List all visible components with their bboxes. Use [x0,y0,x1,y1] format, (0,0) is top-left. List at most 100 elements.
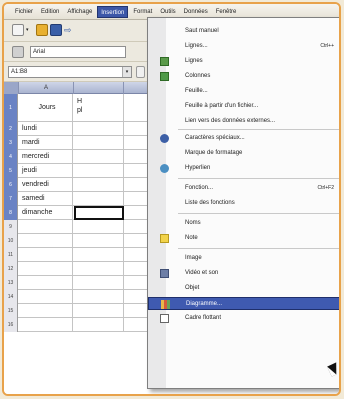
cell-empty[interactable] [74,234,124,248]
row-header[interactable]: 13 [4,276,18,290]
cell-empty[interactable] [19,290,73,304]
cell-header-jours[interactable]: Jours [19,94,73,122]
menu-item-saut-manuel[interactable]: Saut manuel ▸ [148,25,339,38]
row-header[interactable]: 14 [4,290,18,304]
name-box[interactable]: A1:B8 ▾ [8,66,132,78]
row-header[interactable]: 12 [4,262,18,276]
menu-format[interactable]: Format [130,6,155,18]
menu-donnees[interactable]: Données [181,6,211,18]
cell-value[interactable] [74,150,124,164]
menu-item-label: Image [185,255,202,261]
menu-item-lignes[interactable]: Lignes... Ctrl++ [148,40,339,53]
row-header[interactable]: 11 [4,248,18,262]
cell-value[interactable] [74,122,124,136]
menu-item-note[interactable]: Note [148,232,339,245]
menu-item-label: Fonction... [185,185,214,191]
table-row: 10 [4,234,154,248]
submenu-arrow-icon: ▸ [339,282,340,295]
cell-empty[interactable] [19,304,73,318]
cell-day[interactable]: dimanche [19,206,73,220]
cell-empty[interactable] [19,234,73,248]
menu-item-hyperlien[interactable]: Hyperlien [148,162,339,175]
column-header-b[interactable] [74,82,124,94]
menu-affichage[interactable]: Affichage [64,6,95,18]
menu-insertion[interactable]: Insertion [97,5,129,18]
menu-item-diagramme[interactable]: Diagramme... [148,297,339,310]
row-header[interactable]: 1 [4,94,18,122]
cell-empty[interactable] [74,318,124,332]
cell-day[interactable]: lundi [19,122,73,136]
cell-empty[interactable] [74,290,124,304]
menu-item-cadre-flottant[interactable]: Cadre flottant [148,312,339,325]
cell-empty[interactable] [19,276,73,290]
cell-empty[interactable] [74,276,124,290]
cell-day[interactable]: vendredi [19,178,73,192]
cell-empty[interactable] [74,220,124,234]
row-header[interactable]: 6 [4,178,18,192]
menu-item-image[interactable]: Image ▸ [148,252,340,265]
column-header-a[interactable]: A [19,82,74,94]
row-header[interactable]: 5 [4,164,18,178]
row-header[interactable]: 3 [4,136,18,150]
menu-fichier[interactable]: Fichier [12,6,36,18]
menu-item-label: Liste des fonctions [185,200,235,206]
menu-item-label: Feuille... [185,88,208,94]
cell-day[interactable]: mercredi [19,150,73,164]
menu-fenetre[interactable]: Fenêtre [213,6,240,18]
function-wizard-icon[interactable] [136,66,145,78]
styles-icon[interactable] [12,46,24,58]
open-folder-icon[interactable] [36,24,48,36]
menu-item-shortcut: Ctrl++ [320,43,334,49]
cell-header-b[interactable]: H pl [74,94,124,122]
row-header[interactable]: 8 [4,206,18,220]
cell-empty[interactable] [19,248,73,262]
menu-item-noms[interactable]: Noms ▸ [148,217,339,230]
cell-empty[interactable] [74,304,124,318]
cell-empty[interactable] [74,262,124,276]
menu-item-label: Note [185,235,198,241]
dropdown-arrow-icon[interactable]: ▾ [26,24,33,36]
row-header[interactable]: 15 [4,304,18,318]
cell-day[interactable]: jeudi [19,164,73,178]
menu-item-feuille-fichier[interactable]: Feuille à partir d'un fichier... [148,100,339,113]
cell-day[interactable]: mardi [19,136,73,150]
cell-value[interactable] [74,164,124,178]
menu-item-liste-fonctions[interactable]: Liste des fonctions [148,197,339,210]
menu-item-marque-formatage[interactable]: Marque de formatage ▸ [148,147,339,160]
menu-item-colonnes[interactable]: Colonnes [148,70,339,83]
row-header[interactable]: 10 [4,234,18,248]
menu-edition[interactable]: Edition [38,6,62,18]
cell-day[interactable]: samedi [19,192,73,206]
cell-value[interactable] [74,136,124,150]
cell-value[interactable] [74,178,124,192]
new-document-icon[interactable] [12,24,24,36]
menu-item-caracteres-speciaux[interactable]: Caractères spéciaux... [148,132,339,145]
row-header[interactable]: 2 [4,122,18,136]
row-header[interactable]: 9 [4,220,18,234]
submenu-arrow-icon: ▸ [339,252,340,265]
menu-item-video-son[interactable]: Vidéo et son [148,267,339,280]
save-icon[interactable] [50,24,62,36]
row-header[interactable]: 7 [4,192,18,206]
cell-empty[interactable] [19,318,73,332]
table-row: 15 [4,304,154,318]
chart-icon [161,300,170,309]
row-header[interactable]: 4 [4,150,18,164]
cell-empty[interactable] [19,220,73,234]
menu-item-lien-donnees[interactable]: Lien vers des données externes... [148,115,339,128]
active-cell[interactable] [74,206,124,220]
menu-item-feuille[interactable]: Feuille... [148,85,339,98]
menu-item-objet[interactable]: Objet ▸ [148,282,340,295]
select-all-corner[interactable] [4,82,19,94]
menu-item-fonction[interactable]: Fonction... Ctrl+F2 [148,182,339,195]
menu-item-lignes-2[interactable]: Lignes [148,55,339,68]
name-box-dropdown-icon[interactable]: ▾ [122,67,131,77]
cell-empty[interactable] [19,262,73,276]
send-email-icon[interactable]: ⇨ [64,24,78,36]
cell-empty[interactable] [74,248,124,262]
menu-outils[interactable]: Outils [157,6,178,18]
row-header[interactable]: 16 [4,318,18,332]
menu-item-label: Marque de formatage [185,150,243,156]
cell-value[interactable] [74,192,124,206]
font-name-field[interactable]: Arial [30,46,126,58]
